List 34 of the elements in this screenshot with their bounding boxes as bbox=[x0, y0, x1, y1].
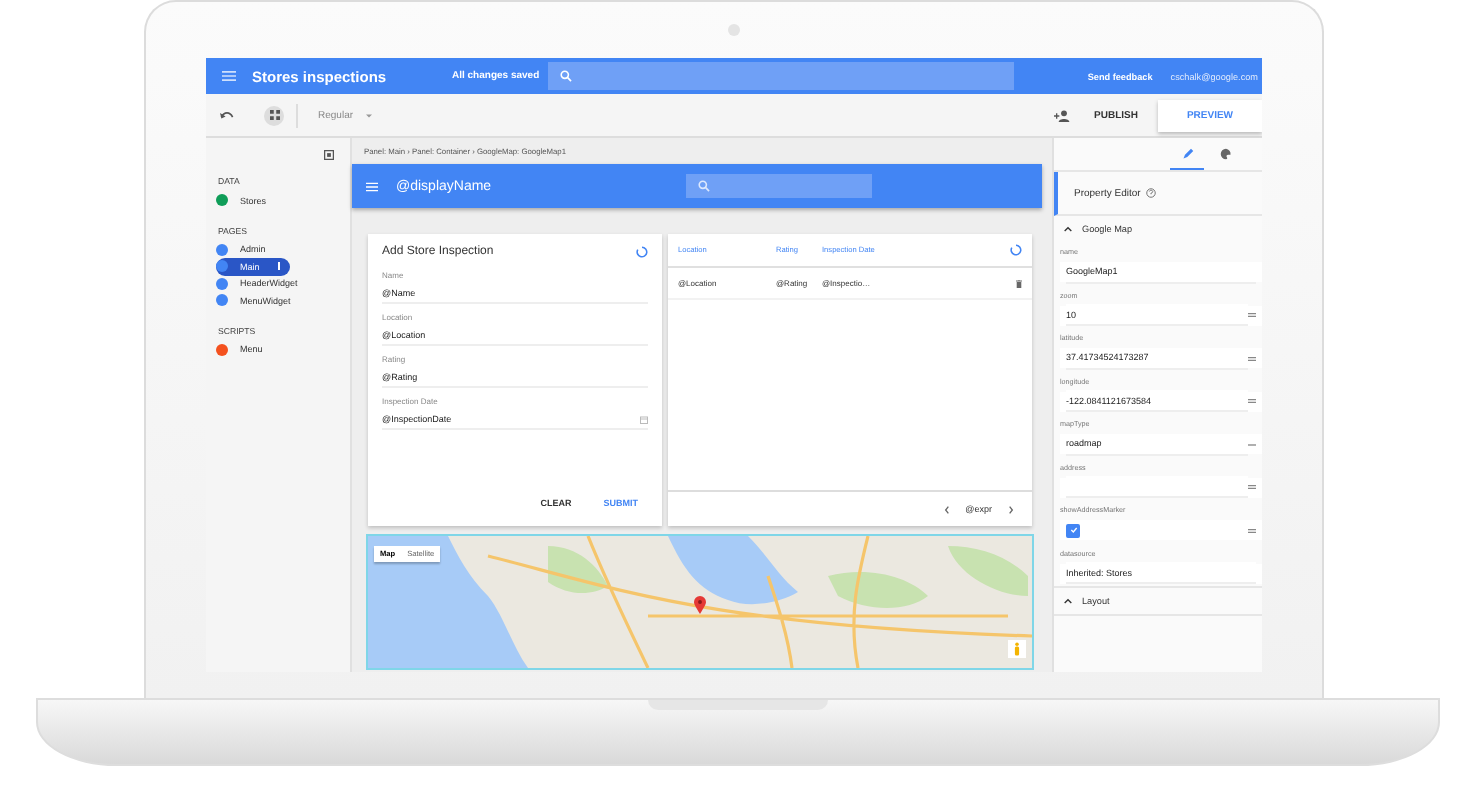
binding-icon[interactable] bbox=[1248, 484, 1256, 490]
menu-icon[interactable] bbox=[222, 70, 236, 82]
chevron-icon bbox=[1064, 226, 1072, 232]
map-pin-icon bbox=[694, 596, 706, 614]
input-field[interactable] bbox=[1066, 476, 1248, 498]
chevron-icon bbox=[1064, 598, 1072, 604]
widgets-button[interactable] bbox=[264, 105, 284, 125]
collapse-icon[interactable] bbox=[324, 150, 334, 160]
binding-icon[interactable] bbox=[1248, 355, 1256, 361]
trash-icon[interactable] bbox=[1016, 279, 1022, 287]
person-icon bbox=[1014, 642, 1020, 656]
binding-icon[interactable] bbox=[1248, 312, 1256, 318]
spinner-icon bbox=[636, 246, 648, 258]
previous-icon[interactable] bbox=[943, 505, 950, 513]
checkbox[interactable] bbox=[1066, 523, 1080, 537]
search-field[interactable] bbox=[547, 62, 1014, 90]
binding-icon[interactable] bbox=[1248, 527, 1256, 533]
street-view-button[interactable] bbox=[1008, 640, 1026, 658]
next-icon[interactable] bbox=[1008, 505, 1014, 513]
search-field[interactable] bbox=[686, 174, 872, 198]
grid-icon bbox=[269, 110, 279, 120]
caret-icon bbox=[365, 113, 372, 117]
binding-icon[interactable] bbox=[1248, 398, 1256, 404]
add-person-icon[interactable] bbox=[1054, 109, 1071, 121]
search-icon bbox=[698, 180, 710, 192]
more-icon[interactable] bbox=[1248, 441, 1256, 447]
undo-icon[interactable] bbox=[220, 110, 234, 120]
calendar-icon bbox=[640, 415, 648, 423]
help-icon[interactable] bbox=[1146, 188, 1157, 198]
check-icon bbox=[1069, 526, 1077, 534]
palette-icon bbox=[1219, 147, 1231, 159]
search-icon bbox=[559, 70, 572, 82]
spinner-icon bbox=[1010, 244, 1022, 256]
pencil-icon bbox=[1181, 147, 1193, 159]
